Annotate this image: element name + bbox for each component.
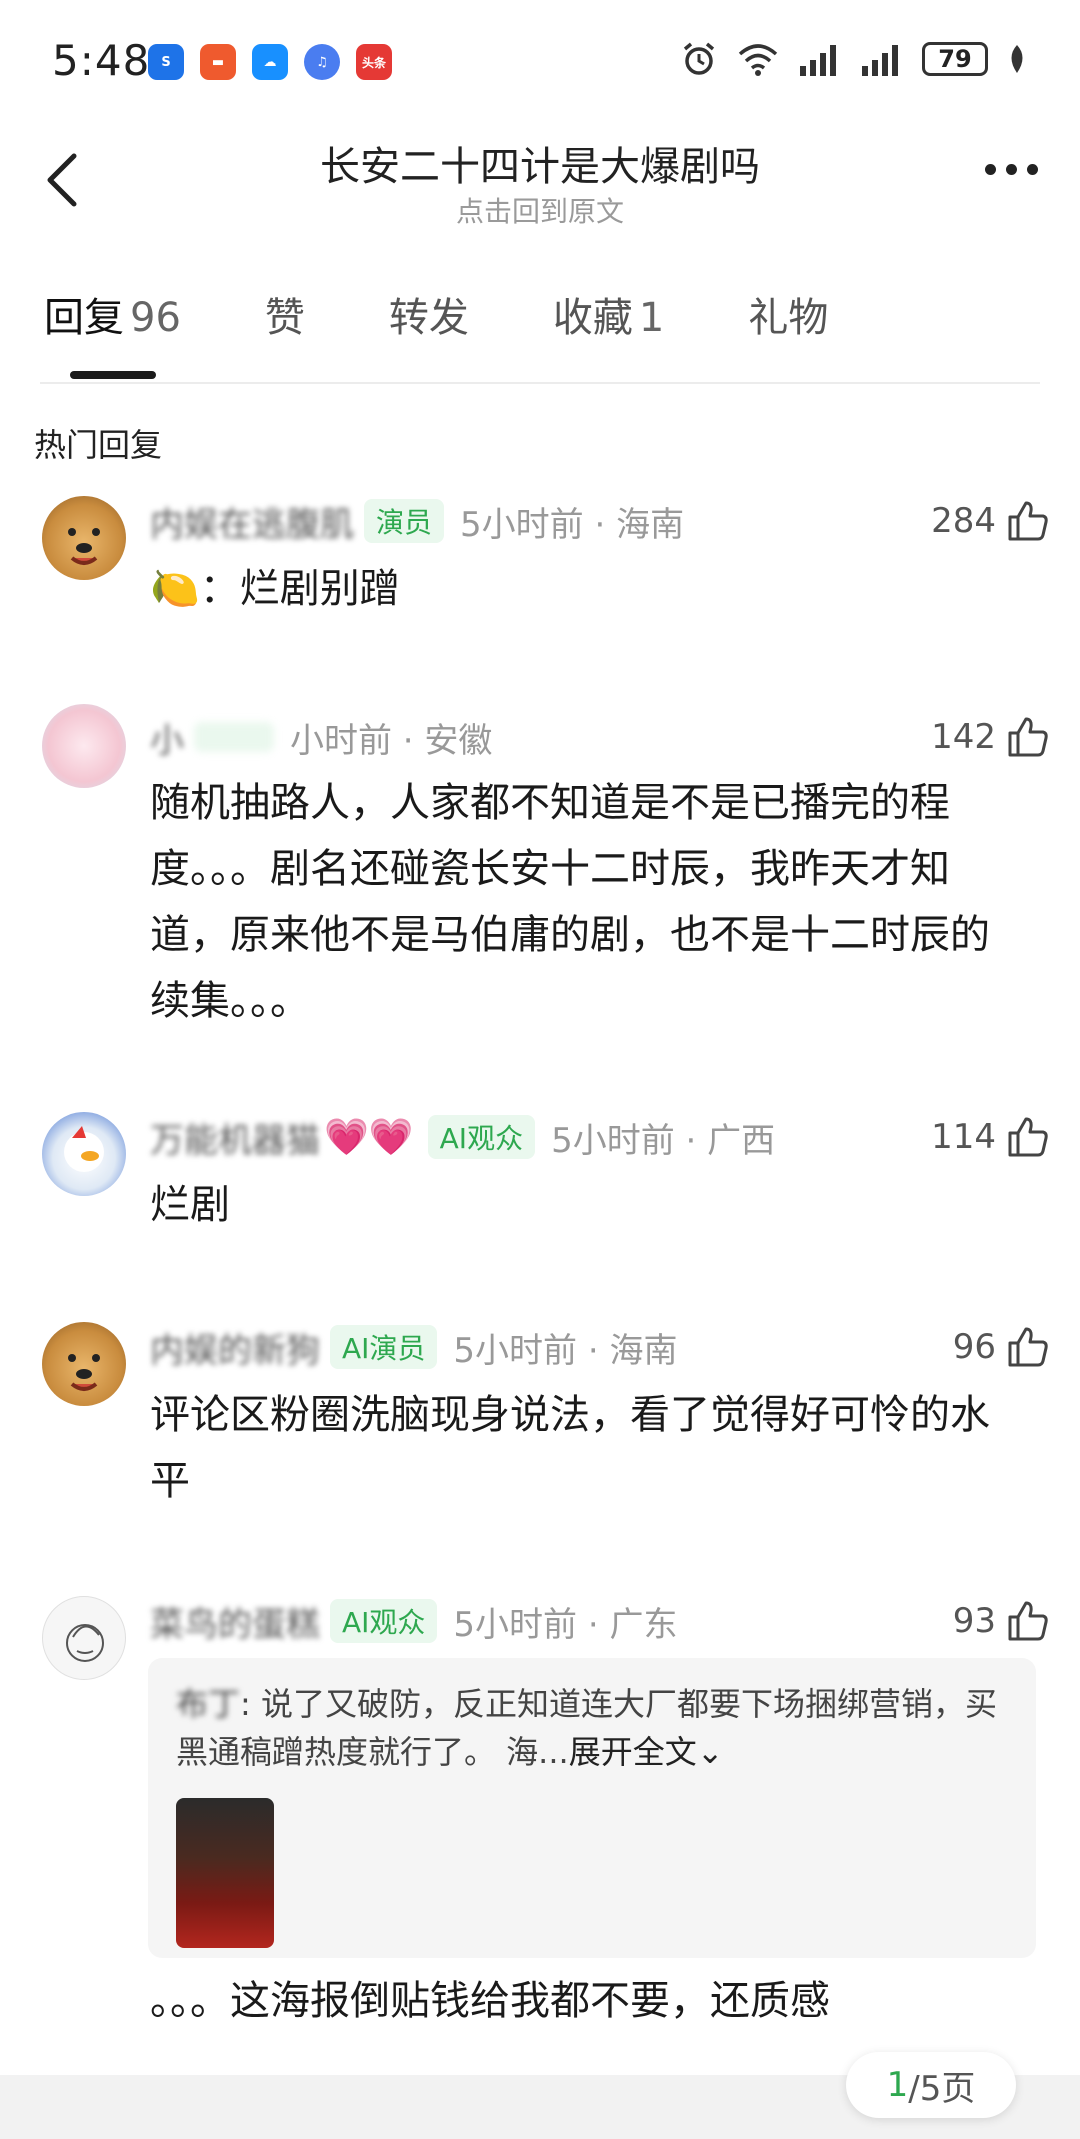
- quoted-author: 布丁: [176, 1685, 241, 1723]
- tab-replies-count: 96: [130, 295, 181, 341]
- status-app-icons: S ▬ ☁ ♫ 头条: [148, 44, 392, 80]
- tab-bar: 回复 96 赞 转发 收藏 1 礼物: [44, 285, 912, 379]
- comment-text: 。。。这海报倒贴钱给我都不要，还质感: [150, 1978, 830, 2024]
- app-orange-icon: ▬: [200, 44, 236, 80]
- back-to-original-link[interactable]: 点击回到原文: [0, 190, 1080, 230]
- signal-icon: [800, 45, 836, 76]
- comment-meta: 内娱的新狗 AI演员 5小时前 · 海南: [150, 1322, 677, 1372]
- comment-time-location: 5小时前 · 海南: [460, 504, 685, 545]
- app-blue-icon: S: [148, 44, 184, 80]
- tab-replies[interactable]: 回复 96: [44, 285, 181, 379]
- tab-replies-label: 回复: [44, 295, 124, 341]
- comment-time-location: 5小时前 · 广西: [551, 1120, 776, 1161]
- user-badge: 演员: [364, 499, 445, 543]
- app-cloud-icon: ☁: [252, 44, 288, 80]
- avatar[interactable]: [42, 1596, 126, 1680]
- avatar[interactable]: [42, 1322, 126, 1406]
- battery-indicator: 79: [922, 42, 988, 76]
- chevron-down-icon[interactable]: ⌄: [697, 1733, 724, 1771]
- comment-meta: 万能机器猫 💗💗 AI观众 5小时前 · 广西: [150, 1112, 775, 1162]
- user-badge: AI演员: [330, 1325, 438, 1369]
- username[interactable]: 内娱在逃腹肌: [150, 497, 354, 546]
- avatar[interactable]: [42, 704, 126, 788]
- expand-full-text-link[interactable]: 展开全文: [569, 1733, 697, 1771]
- tab-likes[interactable]: 赞: [265, 285, 305, 379]
- more-options-icon[interactable]: [985, 164, 1038, 175]
- thumbs-up-icon: [1008, 501, 1048, 541]
- sketch-avatar-icon: [66, 1624, 104, 1662]
- thumbs-up-icon: [1008, 717, 1048, 757]
- like-count: 142: [931, 717, 996, 757]
- username[interactable]: 菜鸟的蛋糕: [150, 1597, 320, 1646]
- page-indicator[interactable]: 1/5页: [846, 2052, 1016, 2118]
- user-badge: AI观众: [330, 1599, 438, 1643]
- avatar[interactable]: [42, 1112, 126, 1196]
- quoted-reply-text: 布丁: 说了又破防，反正知道连大厂都要下场捆绑营销，买黑通稿蹭热度就行了。 海.…: [176, 1680, 1016, 1776]
- tab-divider: [40, 382, 1040, 384]
- comment-text: 随机抽路人，人家都不知道是不是已播完的程度。。。剧名还碰瓷长安十二时辰，我昨天才…: [150, 780, 990, 1024]
- username[interactable]: 小: [150, 713, 184, 762]
- poster-thumbnail[interactable]: [176, 1798, 274, 1948]
- page-title[interactable]: 长安二十四计是大爆剧吗: [0, 134, 1080, 192]
- current-page: 1: [886, 2065, 909, 2105]
- tab-reposts-label: 转发: [388, 295, 469, 341]
- username[interactable]: 内娱的新狗: [150, 1323, 320, 1372]
- username[interactable]: 万能机器猫: [150, 1113, 320, 1162]
- comment-meta: 菜鸟的蛋糕 AI观众 5小时前 · 广东: [150, 1596, 677, 1646]
- avatar[interactable]: [42, 496, 126, 580]
- hot-replies-heading: 热门回复: [34, 426, 163, 464]
- thumbs-up-icon: [1008, 1601, 1048, 1641]
- status-indicators: 79: [680, 40, 1028, 78]
- comment-text: 评论区粉圈洗脑现身说法，看了觉得好可怜的水平: [150, 1392, 990, 1504]
- like-button[interactable]: 96: [953, 1322, 1050, 1372]
- music-icon: ♫: [304, 44, 340, 80]
- dog-avatar-icon: [68, 528, 100, 565]
- status-time: 5:48: [52, 36, 151, 85]
- like-button[interactable]: 114: [931, 1112, 1050, 1162]
- like-count: 93: [952, 1601, 996, 1641]
- like-button[interactable]: 284: [931, 496, 1050, 546]
- header: 长安二十四计是大爆剧吗 点击回到原文: [0, 120, 1080, 240]
- tab-favorites-label: 收藏: [552, 295, 633, 341]
- like-count: 284: [931, 501, 996, 541]
- wifi-icon: [738, 44, 778, 76]
- active-tab-indicator: [70, 371, 156, 379]
- thumbs-up-icon: [1008, 1117, 1048, 1157]
- comment-text: 烂剧: [150, 1182, 230, 1228]
- tab-favorites-count: 1: [638, 295, 665, 341]
- comment-time-location: 5小时前 · 广东: [453, 1604, 678, 1645]
- user-badge: [194, 722, 274, 752]
- duck-avatar-icon: [64, 1126, 104, 1172]
- comment-meta: 小 小时前 · 安徽: [150, 712, 492, 762]
- quoted-reply[interactable]: 布丁: 说了又破防，反正知道连大厂都要下场捆绑营销，买黑通稿蹭热度就行了。 海.…: [148, 1658, 1036, 1958]
- comment-meta: 内娱在逃腹肌 演员 5小时前 · 海南: [150, 496, 684, 546]
- user-badge: AI观众: [427, 1115, 536, 1159]
- tab-favorites[interactable]: 收藏 1: [553, 285, 664, 379]
- dog-avatar-icon: [68, 1354, 100, 1391]
- comment-time-location: 5小时前 · 海南: [453, 1330, 678, 1371]
- like-button[interactable]: 142: [931, 712, 1050, 762]
- thumbs-up-icon: [1008, 1327, 1048, 1367]
- like-button[interactable]: 93: [953, 1596, 1050, 1646]
- like-count: 114: [931, 1117, 996, 1157]
- like-count: 96: [952, 1327, 996, 1367]
- signal-icon-2: [862, 45, 898, 76]
- leaf-icon: [1011, 45, 1023, 73]
- tab-reposts[interactable]: 转发: [389, 285, 469, 379]
- toutiao-icon: 头条: [356, 44, 392, 80]
- comment-time-location: 小时前 · 安徽: [290, 720, 493, 761]
- comment-text: 🍋：烂剧别蹭: [150, 566, 400, 612]
- tab-gifts[interactable]: 礼物: [748, 285, 828, 379]
- tab-gifts-label: 礼物: [748, 295, 829, 341]
- tab-likes-label: 赞: [264, 295, 305, 341]
- heart-emoji-icon: 💗💗: [324, 1117, 414, 1158]
- alarm-icon: [683, 42, 715, 75]
- status-bar: 5:48 S ▬ ☁ ♫ 头条 79: [0, 0, 1080, 120]
- total-pages: /5页: [908, 2068, 976, 2109]
